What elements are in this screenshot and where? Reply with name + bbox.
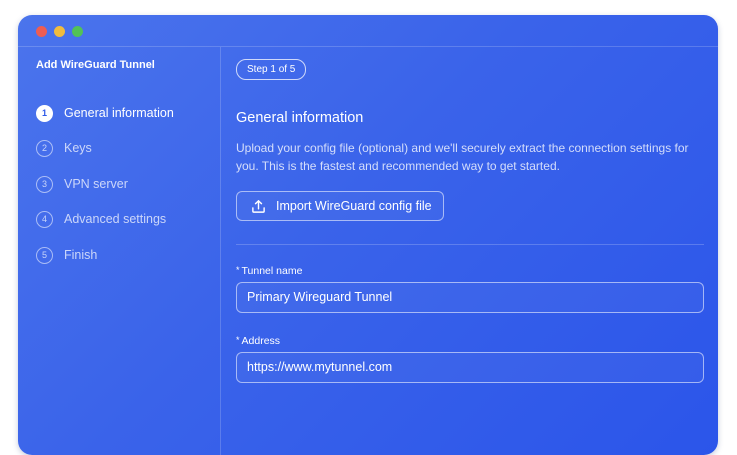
required-mark: * <box>236 335 240 345</box>
close-window-button[interactable] <box>36 26 47 37</box>
step-item-keys[interactable]: 2 Keys <box>36 138 92 158</box>
sidebar-title: Add WireGuard Tunnel <box>36 59 155 71</box>
step-number: 2 <box>36 139 53 157</box>
divider <box>236 244 704 245</box>
step-number: 5 <box>36 246 53 264</box>
step-badge: Step 1 of 5 <box>236 59 307 80</box>
address-label: * Address <box>236 335 280 347</box>
import-button-label: Import WireGuard config file <box>276 199 432 213</box>
tunnel-name-label-text: Tunnel name <box>241 265 303 277</box>
step-item-finish[interactable]: 5 Finish <box>36 245 97 265</box>
description-text: Upload your config file (optional) and w… <box>236 141 689 173</box>
main-content: Step 1 of 5 General information Upload y… <box>236 47 706 455</box>
page-title: General information <box>236 110 364 126</box>
address-label-text: Address <box>241 335 281 347</box>
step-label: Keys <box>64 141 92 155</box>
step-label: General information <box>64 106 174 120</box>
sidebar: Add WireGuard Tunnel 1 General informati… <box>18 47 221 455</box>
import-config-button[interactable]: Import WireGuard config file <box>236 191 444 221</box>
address-input[interactable]: https://www.mytunnel.com <box>236 352 704 383</box>
step-number: 4 <box>36 210 53 228</box>
app-window: Add WireGuard Tunnel 1 General informati… <box>18 15 718 455</box>
tunnel-name-input[interactable]: Primary Wireguard Tunnel <box>236 282 704 313</box>
step-label: Finish <box>64 248 98 262</box>
step-label: VPN server <box>64 177 128 191</box>
step-number: 3 <box>36 175 53 193</box>
tunnel-name-label: * Tunnel name <box>236 265 302 277</box>
zoom-window-button[interactable] <box>72 26 83 37</box>
step-number: 1 <box>36 104 53 122</box>
upload-icon <box>252 199 265 213</box>
minimize-window-button[interactable] <box>54 26 65 37</box>
step-label: Advanced settings <box>64 212 167 226</box>
step-item-vpn-server[interactable]: 3 VPN server <box>36 174 128 194</box>
step-item-general-information[interactable]: 1 General information <box>36 103 174 123</box>
step-item-advanced-settings[interactable]: 4 Advanced settings <box>36 209 166 229</box>
title-bar <box>18 15 718 47</box>
required-mark: * <box>236 265 240 275</box>
